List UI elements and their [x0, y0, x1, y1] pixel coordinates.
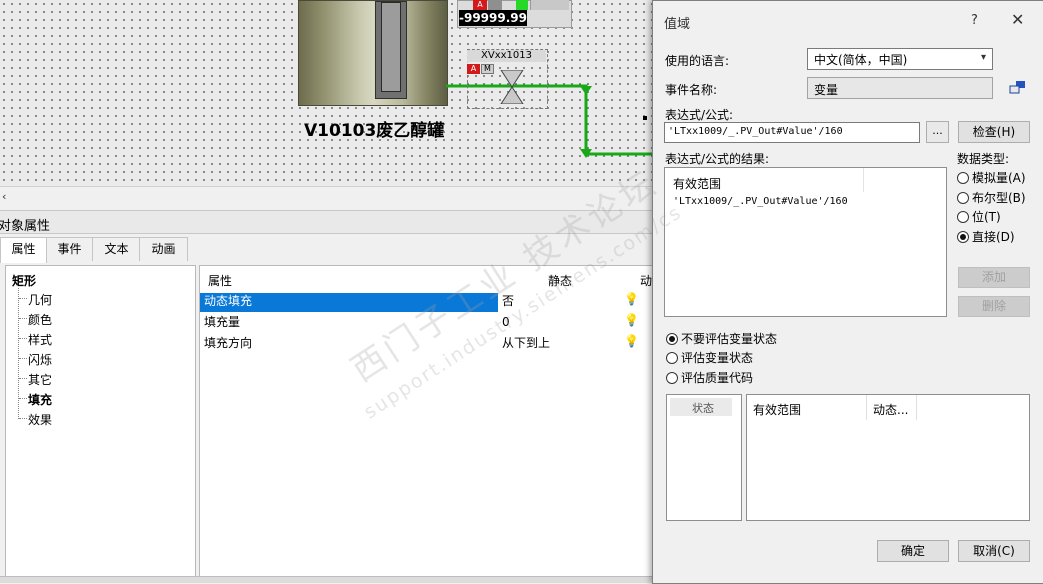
range-table[interactable]: 有效范围 动态...	[746, 394, 1030, 521]
expression-label: 表达式/公式:	[665, 108, 734, 122]
valve-manual-badge: M	[481, 64, 494, 74]
add-button[interactable]: 添加	[958, 267, 1030, 288]
radio-bit-label: 位(T)	[972, 210, 1001, 224]
tree-item-fill[interactable]: 填充	[28, 391, 52, 408]
status-list[interactable]: 状态	[666, 394, 742, 521]
canvas-horizontal-scrollbar[interactable]: ‹	[0, 186, 655, 205]
property-tree[interactable]: 矩形 几何 颜色 样式 闪烁 其它 填充 效果	[5, 265, 196, 579]
valve-auto-badge: A	[467, 64, 480, 74]
dialog-title: 值域	[664, 17, 691, 32]
radio-boolean[interactable]: 布尔型(B)	[957, 189, 1026, 206]
result-list[interactable]: 有效范围 'LTxx1009/_.PV_Out#Value'/160	[664, 167, 947, 317]
browse-button[interactable]: ...	[926, 121, 949, 143]
radio-dot-checked	[666, 333, 678, 345]
table-row-cell-static[interactable]: 从下到上	[502, 335, 550, 352]
ok-button[interactable]: 确定	[877, 540, 949, 562]
table-row-cell-name[interactable]: 动态填充	[204, 293, 252, 310]
radio-bit[interactable]: 位(T)	[957, 208, 1001, 225]
table-row-cell-name[interactable]: 填充方向	[204, 335, 252, 352]
tag-picker-icon[interactable]	[1008, 79, 1028, 95]
graphics-canvas[interactable]: V10103废乙醇罐 A -99999.99 XVxx1013 A M	[0, 0, 655, 186]
radio-dot	[957, 192, 969, 204]
valve-tag-label: XVxx1013	[467, 50, 546, 62]
check-button[interactable]: 检查(H)	[958, 121, 1030, 143]
radio-dot	[957, 172, 969, 184]
value-range-dialog: 值域 ? ✕ 使用的语言: 中文(简体，中国) ▾ 事件名称: 变量 表达式/公…	[652, 0, 1043, 584]
language-dropdown[interactable]: 中文(简体，中国) ▾	[807, 48, 993, 70]
tag-picker-svg	[1009, 81, 1025, 94]
scroll-left-icon[interactable]: ‹	[2, 190, 6, 203]
radio-analog[interactable]: 模拟量(A)	[957, 169, 1026, 186]
result-column-header[interactable]: 有效范围	[673, 175, 721, 192]
expression-input[interactable]: 'LTxx1009/_.PV_Out#Value'/160	[664, 122, 920, 143]
flow-arrow-icon	[580, 86, 592, 95]
radio-eval-quality[interactable]: 评估质量代码	[666, 369, 753, 386]
radio-dot-checked	[957, 231, 969, 243]
table-row-cell-name[interactable]: 填充量	[204, 314, 240, 331]
radio-dot	[666, 352, 678, 364]
radio-dot	[666, 372, 678, 384]
cancel-button[interactable]: 取消(C)	[958, 540, 1030, 562]
event-name-label: 事件名称:	[665, 83, 718, 97]
radio-direct[interactable]: 直接(D)	[957, 228, 1015, 245]
column-header-range[interactable]: 有效范围	[747, 395, 867, 420]
chevron-down-icon: ▾	[980, 52, 986, 63]
tab-events[interactable]: 事件	[45, 237, 94, 261]
tree-item-effects[interactable]: 效果	[28, 411, 52, 428]
tree-item-geometry[interactable]: 几何	[28, 291, 52, 308]
close-icon[interactable]: ✕	[1011, 10, 1024, 29]
radio-no-eval[interactable]: 不要评估变量状态	[666, 330, 777, 347]
radio-eval-tag-status[interactable]: 评估变量状态	[666, 349, 753, 366]
dynamic-bulb-icon[interactable]: 💡	[624, 334, 639, 348]
pipe-lines	[446, 84, 655, 158]
radio-analog-label: 模拟量(A)	[972, 171, 1026, 185]
dynamic-bulb-icon[interactable]: 💡	[624, 313, 639, 327]
dynamic-bulb-icon[interactable]: 💡	[624, 292, 639, 306]
delete-button[interactable]: 删除	[958, 296, 1030, 317]
tree-root-rectangle[interactable]: 矩形	[12, 272, 36, 289]
radio-eval-tag-status-label: 评估变量状态	[681, 351, 754, 365]
radio-no-eval-label: 不要评估变量状态	[681, 332, 778, 346]
tab-properties[interactable]: 属性	[0, 237, 47, 263]
column-divider	[863, 168, 864, 192]
data-type-label: 数据类型:	[957, 152, 1010, 166]
tab-text[interactable]: 文本	[92, 237, 141, 261]
properties-title: 对象属性	[0, 219, 51, 234]
radio-boolean-label: 布尔型(B)	[972, 191, 1026, 205]
help-button[interactable]: ?	[971, 13, 978, 28]
tab-animation[interactable]: 动画	[139, 237, 188, 261]
language-value: 中文(简体，中国)	[814, 53, 908, 67]
result-label: 表达式/公式的结果:	[665, 152, 770, 166]
radio-dot	[957, 211, 969, 223]
tree-item-style[interactable]: 样式	[28, 331, 52, 348]
event-name-field: 变量	[807, 77, 993, 99]
language-label: 使用的语言:	[665, 54, 730, 68]
tree-item-color[interactable]: 颜色	[28, 311, 52, 328]
column-header-dynamic[interactable]: 动态...	[867, 395, 917, 420]
radio-direct-label: 直接(D)	[972, 230, 1015, 244]
result-value: 'LTxx1009/_.PV_Out#Value'/160	[673, 196, 848, 207]
tree-item-flashing[interactable]: 闪烁	[28, 351, 52, 368]
valve-icon	[500, 70, 524, 104]
column-header-property[interactable]: 属性	[208, 272, 232, 289]
tree-item-misc[interactable]: 其它	[28, 371, 52, 388]
valve-mode-indicator: A M	[467, 64, 497, 74]
status-tree-item[interactable]: 状态	[670, 398, 732, 416]
radio-eval-quality-label: 评估质量代码	[681, 371, 754, 385]
